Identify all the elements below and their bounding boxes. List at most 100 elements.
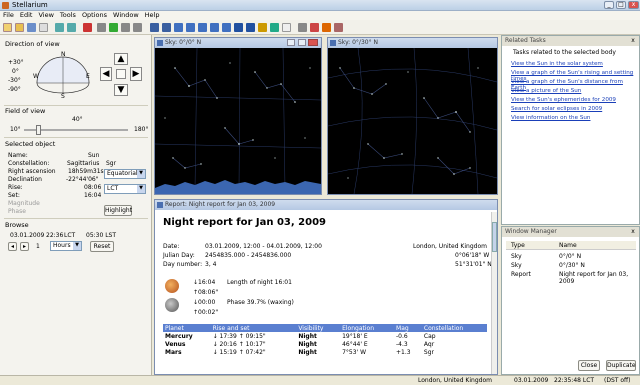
- report-jd-label: Julian Day:: [163, 252, 195, 259]
- fov-slider[interactable]: [24, 125, 128, 135]
- menu-tools[interactable]: Tools: [57, 11, 79, 20]
- maximize-icon[interactable]: □: [616, 1, 626, 9]
- browse-time: 22:36: [46, 232, 64, 239]
- constellation-lines-icon[interactable]: [210, 23, 219, 32]
- night-mode-icon[interactable]: [322, 23, 331, 32]
- equator-icon[interactable]: [186, 23, 195, 32]
- planet-table-header: Planet Rise and set Visibility Elongatio…: [163, 324, 487, 332]
- duplicate-window-button[interactable]: Duplicate: [606, 360, 636, 371]
- arrow-up-icon[interactable]: ▲: [114, 53, 128, 65]
- time-system-select[interactable]: LCT ▼: [104, 184, 146, 194]
- step-forward-button[interactable]: ▸: [20, 242, 29, 251]
- telescope-icon[interactable]: [310, 23, 319, 32]
- now-icon[interactable]: [133, 23, 142, 32]
- ecliptic-icon[interactable]: [198, 23, 207, 32]
- menu-help[interactable]: Help: [142, 11, 163, 20]
- report-location: London, United Kingdom: [413, 243, 487, 250]
- highlight-button[interactable]: Highlight: [104, 205, 132, 216]
- redo-icon[interactable]: [67, 23, 76, 32]
- horizon-icon[interactable]: [282, 23, 291, 32]
- task-link[interactable]: View information on the Sun: [511, 115, 590, 121]
- window-row-type[interactable]: Report: [511, 271, 531, 278]
- task-link[interactable]: View the Sun in the solar system: [511, 61, 603, 67]
- window-row-type[interactable]: Sky: [511, 262, 522, 269]
- report-window[interactable]: Report: Night report for Jan 03, 2009 Ni…: [154, 199, 498, 375]
- close-icon[interactable]: x: [628, 1, 639, 9]
- table-cell: -4.3: [396, 340, 408, 348]
- step-back-button[interactable]: ◂: [8, 242, 17, 251]
- menu-file[interactable]: File: [0, 11, 17, 20]
- zoom-in-icon[interactable]: [150, 23, 159, 32]
- column-header: Elongation: [340, 324, 395, 332]
- rewind-icon[interactable]: [97, 23, 106, 32]
- fov-value: 40°: [72, 116, 83, 123]
- menu-window[interactable]: Window: [110, 11, 142, 20]
- fov-slider-thumb[interactable]: [36, 125, 42, 135]
- stellarium-logo-icon: [2, 2, 9, 9]
- menu-view[interactable]: View: [35, 11, 56, 20]
- compass-globe-icon[interactable]: [28, 51, 98, 111]
- landscape-icon[interactable]: [270, 23, 279, 32]
- maximize-icon[interactable]: [298, 39, 306, 46]
- forward-icon[interactable]: [121, 23, 130, 32]
- menu-options[interactable]: Options: [79, 11, 110, 20]
- grid-icon[interactable]: [174, 23, 183, 32]
- star-names-icon[interactable]: [234, 23, 243, 32]
- print-icon[interactable]: [39, 23, 48, 32]
- arrow-right-icon[interactable]: ▶: [130, 67, 142, 81]
- stop-icon[interactable]: [83, 23, 92, 32]
- coord-system-value: Equatorial: [107, 170, 138, 177]
- task-link[interactable]: Search for solar eclipses in 2009: [511, 106, 602, 112]
- close-icon[interactable]: x: [630, 228, 636, 235]
- undo-icon[interactable]: [55, 23, 64, 32]
- center-view-icon[interactable]: [116, 69, 126, 79]
- field-name-label: Name:: [8, 152, 28, 159]
- report-scrollbar-thumb[interactable]: [492, 222, 497, 252]
- menu-edit[interactable]: Edit: [17, 11, 36, 20]
- open-icon[interactable]: [15, 23, 24, 32]
- zoom-out-icon[interactable]: [162, 23, 171, 32]
- search-icon[interactable]: [298, 23, 307, 32]
- window-row-name[interactable]: 0°/30° N: [559, 262, 585, 269]
- step-unit-select[interactable]: Hours ▼: [50, 241, 82, 251]
- table-cell: +1.3: [396, 348, 411, 356]
- status-date: 03.01.2009: [514, 377, 549, 384]
- sky-window-icon: [330, 40, 336, 46]
- task-link[interactable]: View a picture of the Sun: [511, 88, 581, 94]
- sky-window-1[interactable]: Sky: 0°/0° N: [154, 37, 322, 195]
- save-icon[interactable]: [27, 23, 36, 32]
- deep-sky-icon[interactable]: [258, 23, 267, 32]
- window-row-name[interactable]: Night report for Jan 03, 2009: [559, 271, 639, 285]
- report-jd-value: 2454835.000 - 2454836.000: [205, 252, 292, 259]
- constellation-names-icon[interactable]: [222, 23, 231, 32]
- coord-system-select[interactable]: Equatorial ▼: [104, 169, 146, 179]
- sky-background: [155, 48, 321, 194]
- minimize-icon[interactable]: _: [604, 1, 614, 9]
- fullscreen-icon[interactable]: [334, 23, 343, 32]
- close-window-button[interactable]: Close: [578, 360, 600, 371]
- planet-names-icon[interactable]: [246, 23, 255, 32]
- field-magnitude-label: Magnitude: [8, 200, 40, 207]
- field-ra-label: Right ascension: [8, 168, 56, 175]
- arrow-down-icon[interactable]: ▼: [114, 84, 128, 96]
- close-icon[interactable]: x: [630, 37, 636, 44]
- sky-view-2[interactable]: [328, 48, 497, 194]
- field-phase-label: Phase: [8, 208, 26, 215]
- report-scrollbar[interactable]: [491, 212, 497, 374]
- arrow-left-icon[interactable]: ◀: [100, 67, 112, 81]
- new-icon[interactable]: [3, 23, 12, 32]
- night-length: Length of night 16:01: [227, 279, 292, 286]
- sky-window-2[interactable]: Sky: 0°/30° N: [327, 37, 498, 195]
- minimize-icon[interactable]: [287, 39, 295, 46]
- window-row-type[interactable]: Sky: [511, 253, 522, 260]
- task-link[interactable]: View the Sun's ephemerides for 2009: [511, 97, 616, 103]
- reset-button[interactable]: Reset: [90, 241, 114, 252]
- table-cell: Mercury: [165, 332, 193, 340]
- play-icon[interactable]: [109, 23, 118, 32]
- sky-view-1[interactable]: [155, 48, 321, 194]
- divider: [4, 105, 148, 106]
- window-row-name[interactable]: 0°/0° N: [559, 253, 581, 260]
- close-icon[interactable]: [308, 39, 318, 46]
- time-system-value: LCT: [107, 185, 119, 192]
- step-value[interactable]: 1: [36, 243, 40, 250]
